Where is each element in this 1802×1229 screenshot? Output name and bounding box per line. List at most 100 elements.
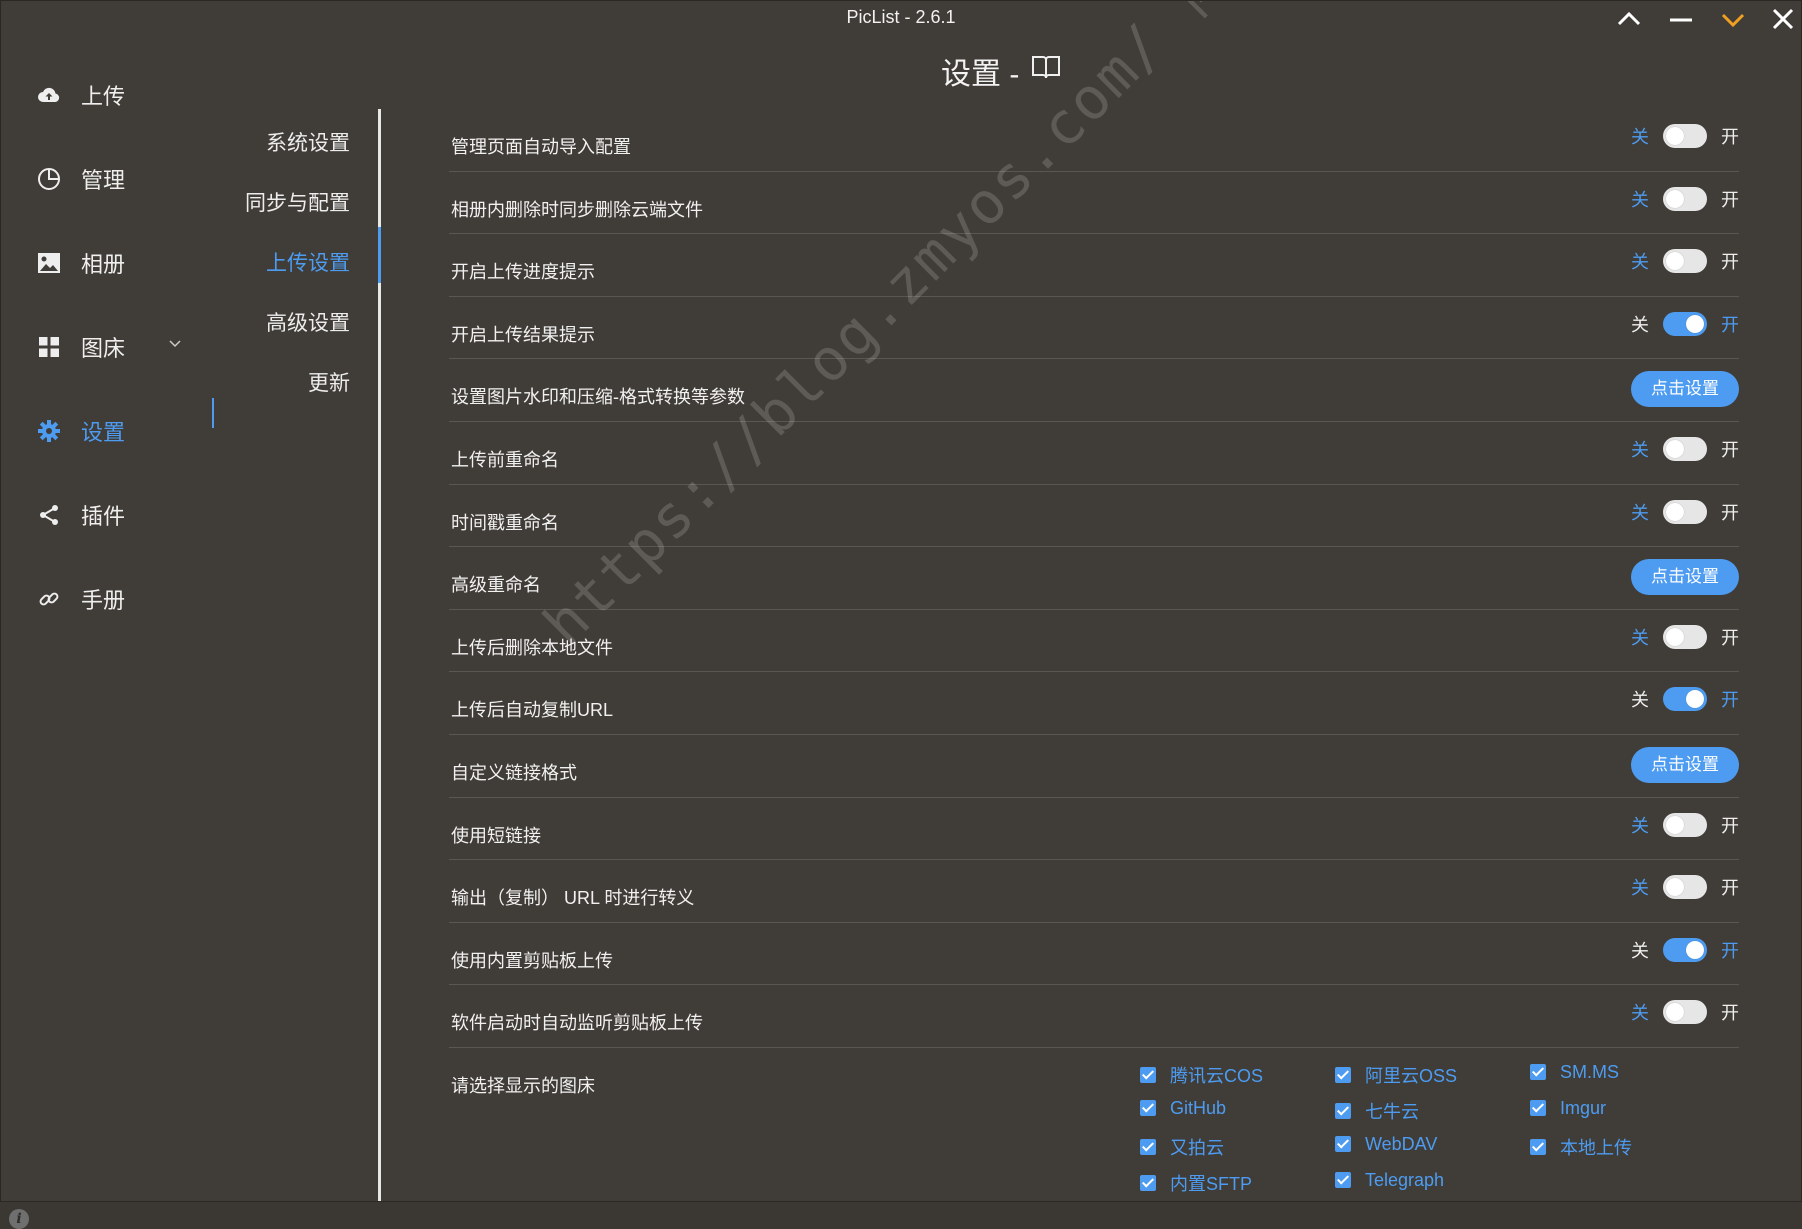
setting-row: 上传前重命名 关 开 [449, 422, 1739, 485]
checkbox-checked[interactable] [1335, 1102, 1351, 1119]
picbed-checkbox-webdav[interactable]: WebDAV [1335, 1134, 1437, 1155]
checkbox-checked[interactable] [1530, 1064, 1546, 1081]
picbed-checkbox-tcyun[interactable]: 腾讯云COS [1140, 1062, 1263, 1088]
setting-switch: 关 开 [1631, 812, 1739, 838]
picbed-checkbox-local[interactable]: 本地上传 [1530, 1134, 1632, 1160]
toggle-switch[interactable] [1663, 249, 1707, 274]
checkbox-checked[interactable] [1140, 1174, 1156, 1191]
setting-switch: 关 开 [1631, 686, 1739, 712]
subnav-advanced-settings[interactable]: 高级设置 [266, 307, 350, 337]
switch-on-label: 开 [1721, 878, 1739, 899]
toggle-switch[interactable] [1663, 1000, 1707, 1025]
toggle-switch[interactable] [1663, 436, 1707, 461]
setting-switch: 关 开 [1631, 311, 1739, 337]
watermark-settings-button[interactable]: 点击设置 [1631, 371, 1739, 408]
chevron-up-icon [1617, 11, 1641, 26]
setting-row: 使用短链接 关 开 [449, 798, 1739, 861]
setting-switch: 关 开 [1631, 874, 1739, 900]
chevron-down-icon[interactable] [167, 335, 183, 351]
sidebar-item-picbed[interactable]: 图床 [35, 327, 195, 367]
setting-label: 上传后自动复制URL [451, 700, 614, 721]
picbed-checkbox-qiniu[interactable]: 七牛云 [1335, 1098, 1419, 1124]
checkbox-checked[interactable] [1335, 1136, 1351, 1153]
sidebar-item-manual[interactable]: 手册 [35, 579, 195, 619]
picbed-checkbox-telegraph[interactable]: Telegraph [1335, 1170, 1444, 1191]
setting-row: 设置图片水印和压缩-格式转换等参数 点击设置 [449, 359, 1739, 422]
minimize-button[interactable] [1661, 3, 1701, 35]
setting-row: 开启上传进度提示 关 开 [449, 234, 1739, 297]
image-icon [35, 249, 63, 277]
collapse-button[interactable] [1609, 3, 1649, 35]
toggle-switch[interactable] [1663, 875, 1707, 900]
toggle-switch[interactable] [1663, 499, 1707, 524]
checkbox-checked[interactable] [1530, 1100, 1546, 1117]
checkbox-checked[interactable] [1140, 1066, 1156, 1083]
close-button[interactable] [1763, 3, 1802, 35]
subnav-upload-settings[interactable]: 上传设置 [266, 247, 350, 277]
switch-on-label: 开 [1721, 627, 1739, 648]
checkbox-checked[interactable] [1140, 1100, 1156, 1117]
sidebar-item-label: 上传 [81, 84, 126, 109]
switch-off-label: 关 [1631, 815, 1649, 836]
toggle-switch[interactable] [1663, 624, 1707, 649]
toggle-switch[interactable] [1663, 186, 1707, 211]
grid-icon [35, 333, 63, 361]
setting-row: 管理页面自动导入配置 关 开 [449, 109, 1739, 172]
cloud-upload-icon [35, 81, 63, 109]
info-icon[interactable]: i [9, 1209, 29, 1229]
settings-list: 管理页面自动导入配置 关 开 相册内删除时同步删除云端文件 关 开 开启上传进度… [449, 109, 1739, 1198]
toggle-switch[interactable] [1663, 311, 1707, 336]
setting-label: 软件启动时自动监听剪贴板上传 [451, 1013, 703, 1034]
toggle-switch[interactable] [1663, 687, 1707, 712]
toggle-switch[interactable] [1663, 124, 1707, 148]
pin-button[interactable] [1713, 3, 1753, 35]
switch-on-label: 开 [1721, 1003, 1739, 1024]
picbed-checkbox-sftp[interactable]: 内置SFTP [1140, 1170, 1252, 1196]
custom-link-format-button[interactable]: 点击设置 [1631, 746, 1739, 783]
setting-label: 开启上传结果提示 [451, 324, 595, 345]
advanced-rename-button[interactable]: 点击设置 [1631, 559, 1739, 596]
picbed-checkbox-imgur[interactable]: Imgur [1530, 1098, 1606, 1119]
picbed-checkbox-smms[interactable]: SM.MS [1530, 1062, 1619, 1083]
checkbox-checked[interactable] [1335, 1172, 1351, 1189]
close-icon [1772, 8, 1794, 30]
settings-subnav: 系统设置 同步与配置 上传设置 高级设置 更新 [215, 109, 381, 1201]
setting-label: 上传后删除本地文件 [451, 637, 613, 658]
setting-label: 高级重命名 [451, 575, 541, 596]
checkbox-checked[interactable] [1140, 1138, 1156, 1155]
book-icon[interactable] [1031, 54, 1061, 88]
toggle-switch[interactable] [1663, 812, 1707, 837]
picbed-checkbox-aliyun[interactable]: 阿里云OSS [1335, 1062, 1457, 1088]
sidebar-item-gallery[interactable]: 相册 [35, 243, 195, 283]
subnav-update[interactable]: 更新 [308, 367, 350, 397]
checkbox-checked[interactable] [1530, 1138, 1546, 1155]
subnav-system-settings[interactable]: 系统设置 [266, 127, 350, 157]
switch-on-label: 开 [1721, 127, 1739, 147]
sidebar-item-manage[interactable]: 管理 [35, 159, 195, 199]
sidebar-item-upload[interactable]: 上传 [35, 75, 195, 115]
setting-row: 相册内删除时同步删除云端文件 关 开 [449, 172, 1739, 235]
sidebar-item-settings[interactable]: 设置 [35, 411, 195, 451]
setting-label: 使用短链接 [451, 825, 541, 846]
subnav-sync-config[interactable]: 同步与配置 [245, 187, 350, 217]
setting-label: 开启上传进度提示 [451, 262, 595, 283]
sidebar-item-plugins[interactable]: 插件 [35, 495, 195, 535]
setting-row: 开启上传结果提示 关 开 [449, 297, 1739, 360]
setting-row: 输出（复制） URL 时进行转义 关 开 [449, 860, 1739, 923]
switch-off-label: 关 [1631, 314, 1649, 335]
switch-on-label: 开 [1721, 252, 1739, 273]
picbed-checkbox-upyun[interactable]: 又拍云 [1140, 1134, 1224, 1160]
picbed-visibility-row: 请选择显示的图床 腾讯云COS 阿里云OSS SM.MS GitHub 七牛云 … [449, 1048, 1739, 1198]
switch-off-label: 关 [1631, 127, 1649, 147]
share-icon [35, 501, 63, 529]
chevron-down-icon [1721, 13, 1745, 28]
sidebar-item-label: 手册 [81, 588, 126, 613]
switch-on-label: 开 [1721, 502, 1739, 523]
toggle-switch[interactable] [1663, 937, 1707, 962]
link-icon [35, 585, 63, 613]
switch-off-label: 关 [1631, 189, 1649, 210]
checkbox-checked[interactable] [1335, 1066, 1351, 1083]
switch-on-label: 开 [1721, 439, 1739, 460]
title-bar: PicList - 2.6.1 [1, 1, 1801, 35]
picbed-checkbox-github[interactable]: GitHub [1140, 1098, 1226, 1119]
